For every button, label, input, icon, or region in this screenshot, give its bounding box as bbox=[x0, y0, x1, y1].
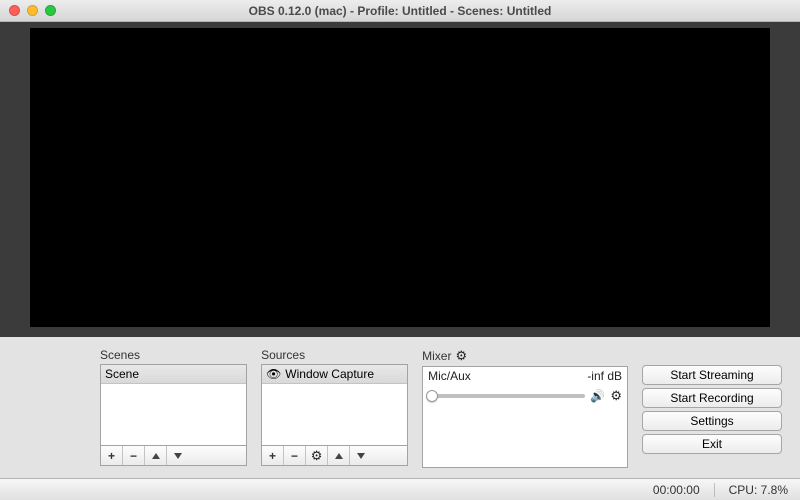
titlebar: OBS 0.12.0 (mac) - Profile: Untitled - S… bbox=[0, 0, 800, 22]
sources-label: Sources bbox=[261, 348, 408, 362]
mixer-label: Mixer bbox=[422, 348, 628, 364]
mute-speaker-icon[interactable] bbox=[590, 389, 605, 403]
add-scene-button[interactable] bbox=[101, 446, 123, 465]
control-buttons: Start Streaming Start Recording Settings… bbox=[642, 365, 782, 454]
plus-icon bbox=[108, 449, 115, 463]
start-recording-button[interactable]: Start Recording bbox=[642, 388, 782, 408]
mixer-channel-name: Mic/Aux bbox=[428, 369, 471, 383]
move-scene-down-button[interactable] bbox=[167, 446, 189, 465]
minimize-window-icon[interactable] bbox=[27, 5, 38, 16]
mixer-label-text: Mixer bbox=[422, 349, 451, 363]
sources-panel: Sources Window Capture bbox=[261, 348, 408, 466]
settings-button[interactable]: Settings bbox=[642, 411, 782, 431]
scene-name: Scene bbox=[105, 367, 139, 381]
move-source-down-button[interactable] bbox=[350, 446, 372, 465]
minus-icon bbox=[130, 449, 137, 463]
status-cpu: CPU: 7.8% bbox=[729, 483, 788, 497]
sources-toolbar bbox=[261, 446, 408, 466]
mixer-settings-icon[interactable] bbox=[455, 348, 467, 364]
source-name: Window Capture bbox=[285, 367, 374, 381]
mixer-panel: Mixer Mic/Aux -inf dB bbox=[422, 348, 628, 468]
chevron-up-icon bbox=[335, 453, 343, 459]
remove-scene-button[interactable] bbox=[123, 446, 145, 465]
chevron-down-icon bbox=[174, 453, 182, 459]
remove-source-button[interactable] bbox=[284, 446, 306, 465]
preview-area bbox=[0, 22, 800, 337]
scenes-panel: Scenes Scene bbox=[100, 348, 247, 466]
mixer-channel-row: Mic/Aux -inf dB bbox=[423, 367, 627, 386]
bottom-panels: Scenes Scene Sources Window Capture bbox=[0, 337, 800, 478]
move-source-up-button[interactable] bbox=[328, 446, 350, 465]
sources-list[interactable]: Window Capture bbox=[261, 364, 408, 446]
source-properties-button[interactable] bbox=[306, 446, 328, 465]
plus-icon bbox=[269, 449, 276, 463]
exit-button[interactable]: Exit bbox=[642, 434, 782, 454]
zoom-window-icon[interactable] bbox=[45, 5, 56, 16]
status-separator bbox=[714, 483, 715, 497]
gear-icon bbox=[311, 448, 323, 464]
status-bar: 00:00:00 CPU: 7.8% bbox=[0, 478, 800, 500]
channel-settings-icon[interactable] bbox=[610, 388, 622, 404]
scenes-toolbar bbox=[100, 446, 247, 466]
add-source-button[interactable] bbox=[262, 446, 284, 465]
window-controls bbox=[9, 5, 56, 16]
move-scene-up-button[interactable] bbox=[145, 446, 167, 465]
volume-slider[interactable] bbox=[428, 394, 585, 398]
scenes-label: Scenes bbox=[100, 348, 247, 362]
preview-canvas[interactable] bbox=[30, 28, 770, 327]
list-item[interactable]: Window Capture bbox=[262, 365, 407, 384]
list-item[interactable]: Scene bbox=[101, 365, 246, 384]
status-time: 00:00:00 bbox=[653, 483, 700, 497]
visibility-eye-icon[interactable] bbox=[266, 367, 281, 381]
scenes-list[interactable]: Scene bbox=[100, 364, 247, 446]
volume-slider-thumb[interactable] bbox=[426, 390, 438, 402]
chevron-down-icon bbox=[357, 453, 365, 459]
mixer-box: Mic/Aux -inf dB bbox=[422, 366, 628, 468]
chevron-up-icon bbox=[152, 453, 160, 459]
start-streaming-button[interactable]: Start Streaming bbox=[642, 365, 782, 385]
mixer-level-readout: -inf dB bbox=[587, 369, 622, 383]
close-window-icon[interactable] bbox=[9, 5, 20, 16]
mixer-controls-row bbox=[423, 386, 627, 406]
window-title: OBS 0.12.0 (mac) - Profile: Untitled - S… bbox=[249, 4, 552, 18]
minus-icon bbox=[291, 449, 298, 463]
